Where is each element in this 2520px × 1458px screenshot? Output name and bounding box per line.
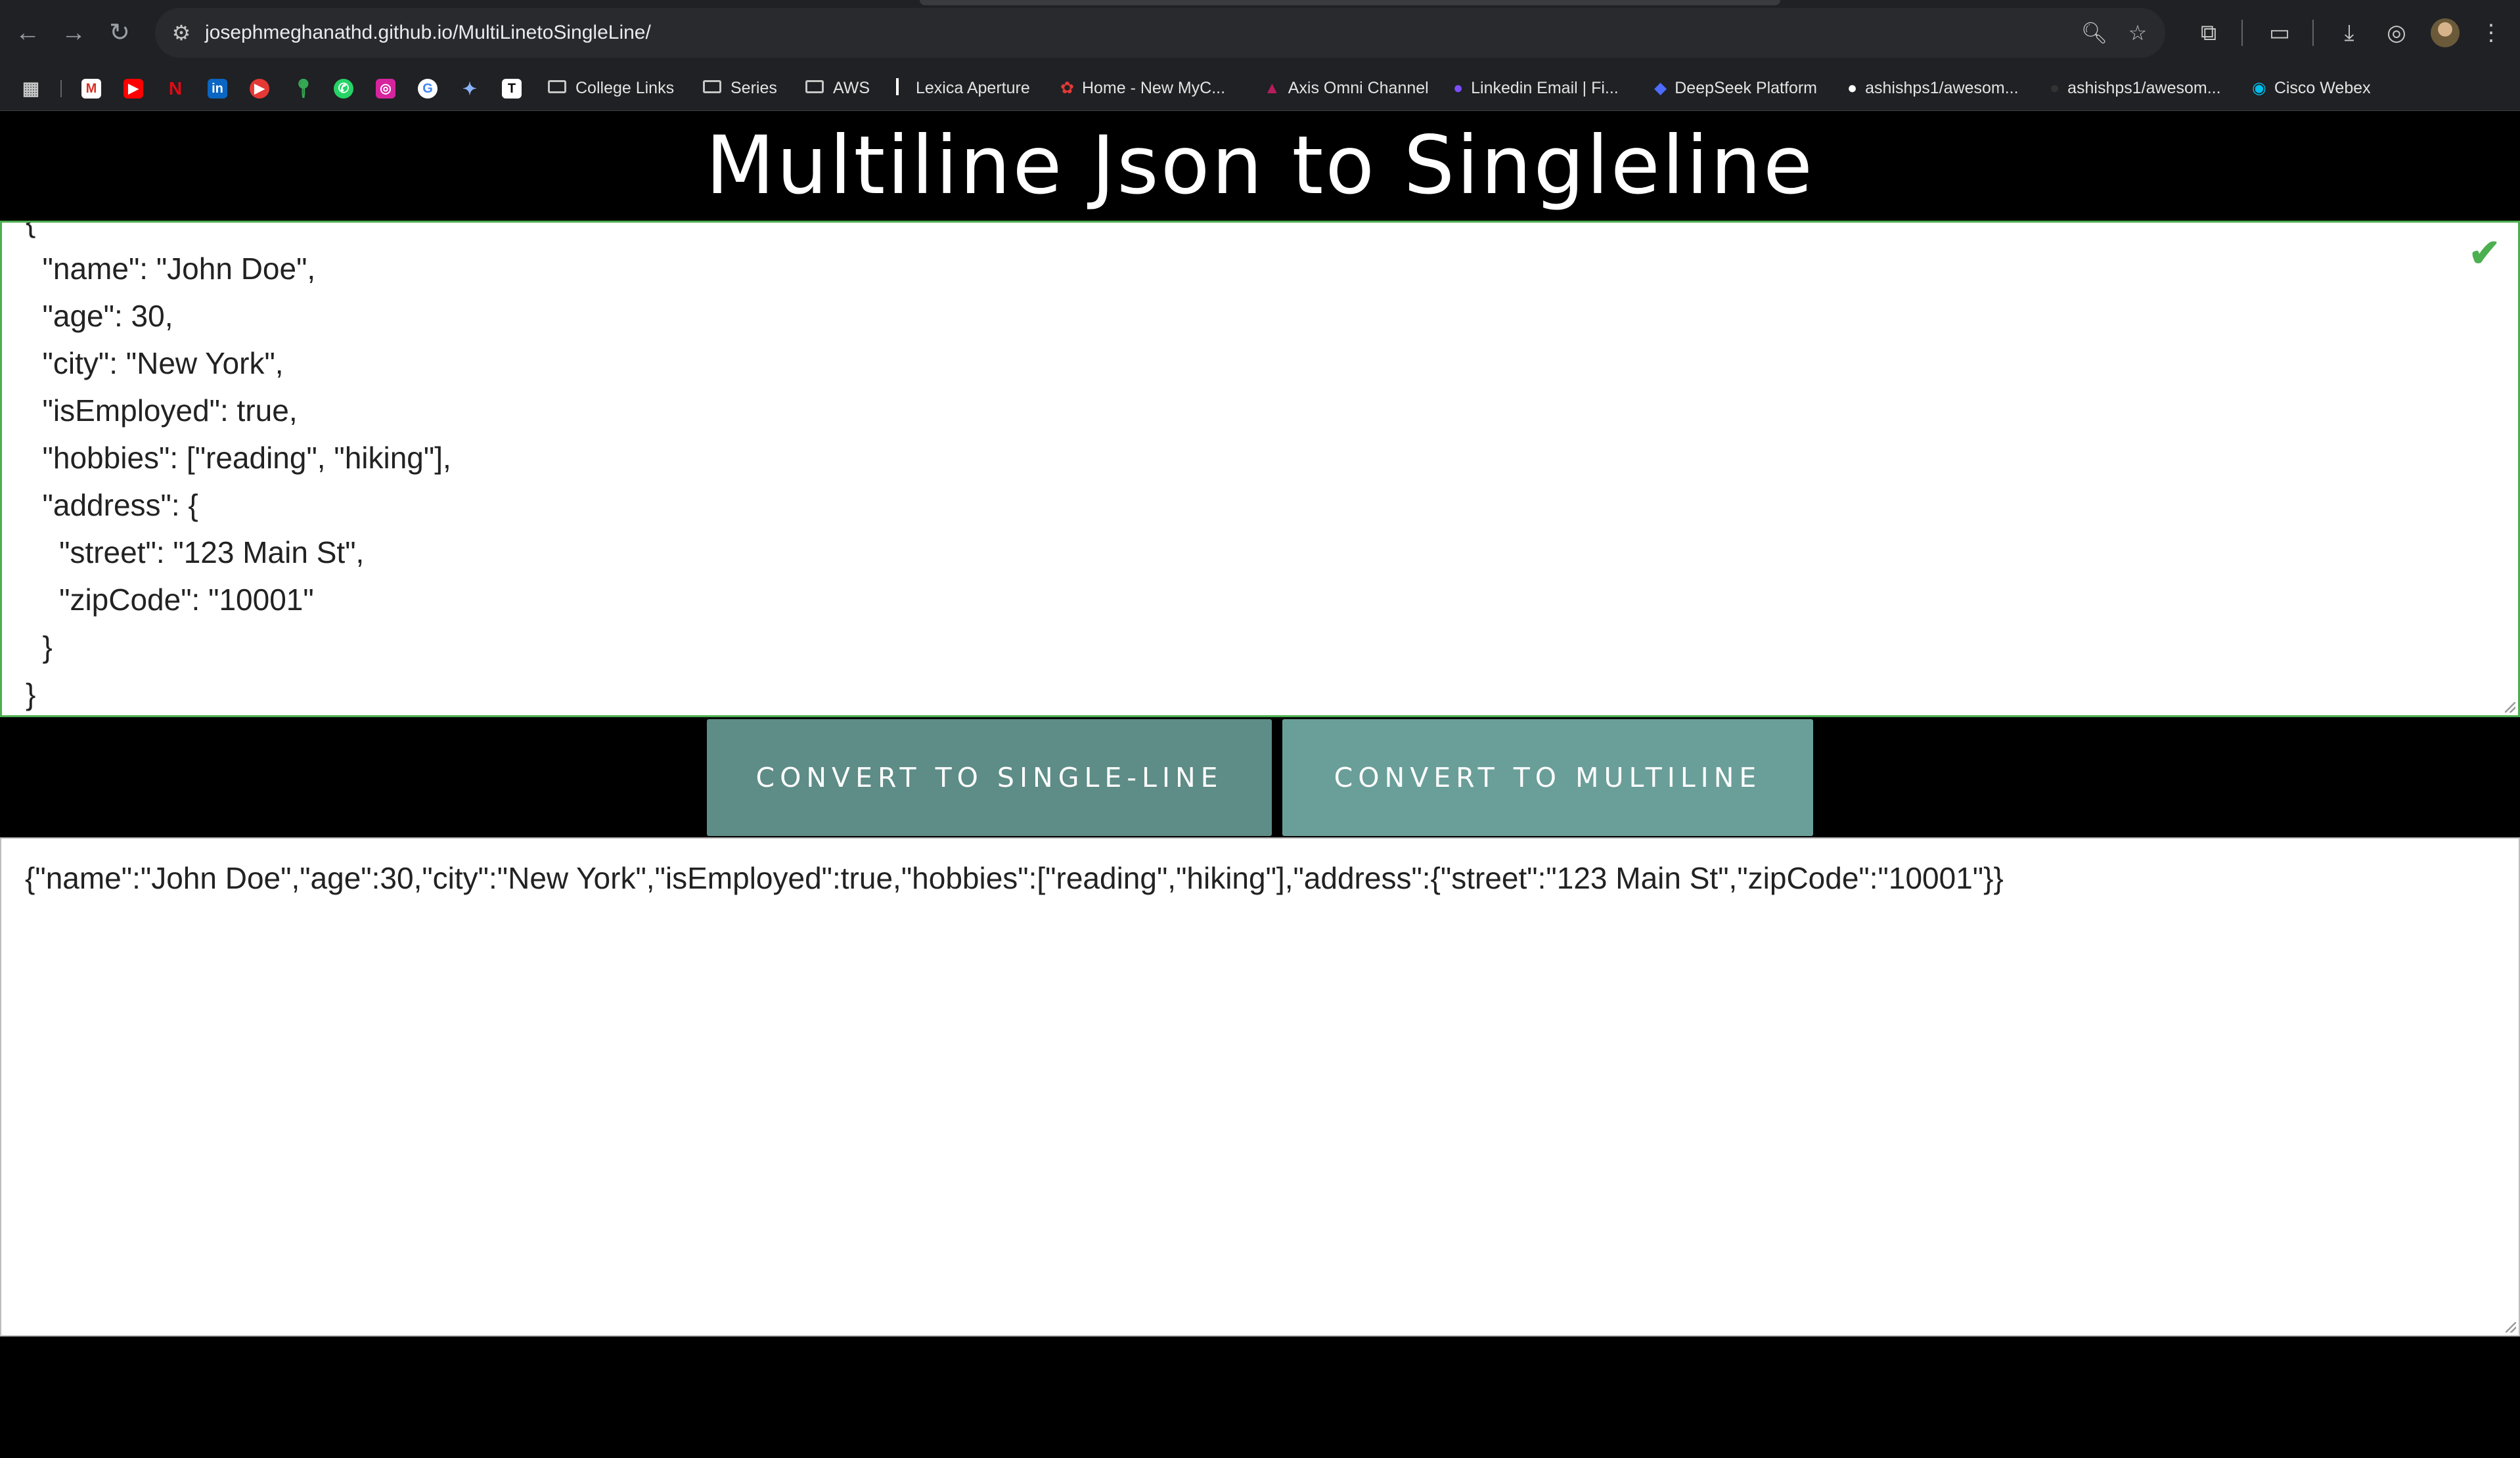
bookmark-ashishps1-1[interactable]: ● ashishps1/awesom... bbox=[1847, 66, 2019, 110]
bookmark-label: Axis Omni Channel bbox=[1288, 79, 1429, 97]
bookmark-axis[interactable]: ▲ Axis Omni Channel bbox=[1264, 66, 1429, 110]
bookmark-home-mycampus[interactable]: ✿ Home - New MyC... bbox=[1060, 66, 1225, 110]
bookmark-label: ashishps1/awesom... bbox=[1865, 79, 2019, 97]
bookmarks-bar: ▦ M ▶ N in ▶ 📍︎ ✆ ◎ G ✦ T College Links … bbox=[0, 66, 2520, 111]
convert-to-multiline-button[interactable]: CONVERT TO MULTILINE bbox=[1282, 719, 1813, 836]
url-path: /MultiLinetoSingleLine/ bbox=[452, 22, 651, 43]
whatsapp-icon[interactable]: ✆ bbox=[334, 79, 353, 99]
instagram-icon[interactable]: ◎ bbox=[376, 79, 395, 99]
url-host: josephmeghanathd.github.io bbox=[205, 22, 453, 43]
back-icon[interactable]: ← bbox=[11, 16, 45, 50]
folder-icon bbox=[703, 80, 721, 94]
address-bar[interactable]: ⚙ josephmeghanathd.github.io/MultiLineto… bbox=[155, 8, 2165, 58]
bookmark-star-icon[interactable]: ☆ bbox=[2122, 17, 2153, 49]
url-text[interactable]: josephmeghanathd.github.io/MultiLinetoSi… bbox=[205, 8, 651, 58]
resize-handle[interactable] bbox=[2506, 1322, 2516, 1333]
bookmark-college-links[interactable]: College Links bbox=[548, 66, 674, 110]
bookmark-label: AWS bbox=[833, 79, 870, 97]
folder-icon bbox=[548, 80, 566, 94]
youtube-icon[interactable]: ▶ bbox=[124, 79, 143, 99]
github-icon: ● bbox=[1847, 79, 1858, 97]
bookmark-label: Lexica Aperture bbox=[916, 79, 1030, 97]
resize-handle[interactable] bbox=[2505, 702, 2515, 713]
webex-icon: ◉ bbox=[2252, 79, 2266, 97]
convert-to-single-line-button[interactable]: CONVERT TO SINGLE-LINE bbox=[707, 719, 1272, 836]
bookmark-label: Cisco Webex bbox=[2274, 79, 2371, 97]
extensions-icon[interactable]: ⧉ bbox=[2192, 16, 2226, 50]
linkedin-email-icon: ● bbox=[1453, 79, 1464, 97]
notion-icon[interactable]: T bbox=[502, 79, 522, 99]
profile-avatar[interactable] bbox=[2431, 18, 2460, 47]
bookmark-label: ashishps1/awesom... bbox=[2067, 79, 2221, 97]
maps-icon[interactable]: 📍︎ bbox=[292, 79, 315, 99]
youtube-music-icon[interactable]: ▶ bbox=[250, 79, 269, 99]
bookmark-deepseek[interactable]: ◆ DeepSeek Platform bbox=[1654, 66, 1817, 110]
download-icon[interactable]: ⤓ bbox=[2332, 16, 2366, 50]
bookmark-label: DeepSeek Platform bbox=[1675, 79, 1818, 97]
apps-grid-icon[interactable]: ▦ bbox=[21, 79, 41, 99]
forward-icon[interactable]: → bbox=[56, 16, 91, 50]
bookmark-divider bbox=[60, 80, 62, 97]
bird-icon[interactable]: ✦ bbox=[460, 79, 480, 99]
bookmark-series[interactable]: Series bbox=[703, 66, 777, 110]
bookmark-label: Series bbox=[731, 79, 777, 97]
site-settings-icon[interactable]: ⚙ bbox=[167, 18, 196, 47]
toolbar-divider bbox=[2312, 20, 2314, 46]
multiline-json-input[interactable]: { "name": "John Doe", "age": 30, "city":… bbox=[0, 221, 2520, 717]
gmail-icon[interactable]: M bbox=[81, 79, 101, 99]
reload-icon[interactable]: ↻ bbox=[102, 16, 137, 50]
bookmark-lexica[interactable]: Lexica Aperture bbox=[896, 66, 1030, 110]
bookmark-ashishps1-2[interactable]: ● ashishps1/awesom... bbox=[2050, 66, 2221, 110]
checkmark-icon: ✔ bbox=[2468, 232, 2501, 275]
singleline-json-output[interactable]: {"name":"John Doe","age":30,"city":"New … bbox=[0, 837, 2520, 1336]
lexica-icon bbox=[896, 78, 899, 96]
netflix-icon[interactable]: N bbox=[166, 79, 185, 99]
axis-icon: ▲ bbox=[1264, 79, 1280, 97]
zoom-icon[interactable]: 🔍︎ bbox=[2079, 17, 2110, 49]
bookmark-linkedin-email[interactable]: ● Linkedin Email | Fi... bbox=[1453, 66, 1619, 110]
output-text[interactable]: {"name":"John Doe","age":30,"city":"New … bbox=[25, 854, 2004, 902]
bookmark-label: College Links bbox=[575, 79, 675, 97]
github-icon: ● bbox=[2050, 79, 2060, 97]
bookmark-label: Linkedin Email | Fi... bbox=[1471, 79, 1619, 97]
menu-icon[interactable]: ⋮ bbox=[2474, 16, 2508, 50]
input-text[interactable]: { "name": "John Doe", "age": 30, "city":… bbox=[26, 223, 451, 715]
bookmark-label: Home - New MyC... bbox=[1081, 79, 1226, 97]
mycampus-icon: ✿ bbox=[1060, 79, 1074, 97]
performance-icon[interactable]: ◎ bbox=[2379, 16, 2414, 50]
bookmark-cisco-webex[interactable]: ◉ Cisco Webex bbox=[2252, 66, 2371, 110]
page-title: Multiline Json to Singleline bbox=[706, 119, 1814, 212]
toolbar-divider bbox=[2241, 20, 2243, 46]
google-icon[interactable]: G bbox=[418, 79, 438, 99]
cast-search-icon[interactable]: ▭ bbox=[2262, 16, 2297, 50]
linkedin-icon[interactable]: in bbox=[208, 79, 227, 99]
folder-icon bbox=[805, 80, 824, 94]
deepseek-icon: ◆ bbox=[1654, 79, 1667, 97]
bookmark-aws[interactable]: AWS bbox=[805, 66, 870, 110]
browser-toolbar: ← → ↻ ⚙ josephmeghanathd.github.io/Multi… bbox=[0, 0, 2520, 66]
